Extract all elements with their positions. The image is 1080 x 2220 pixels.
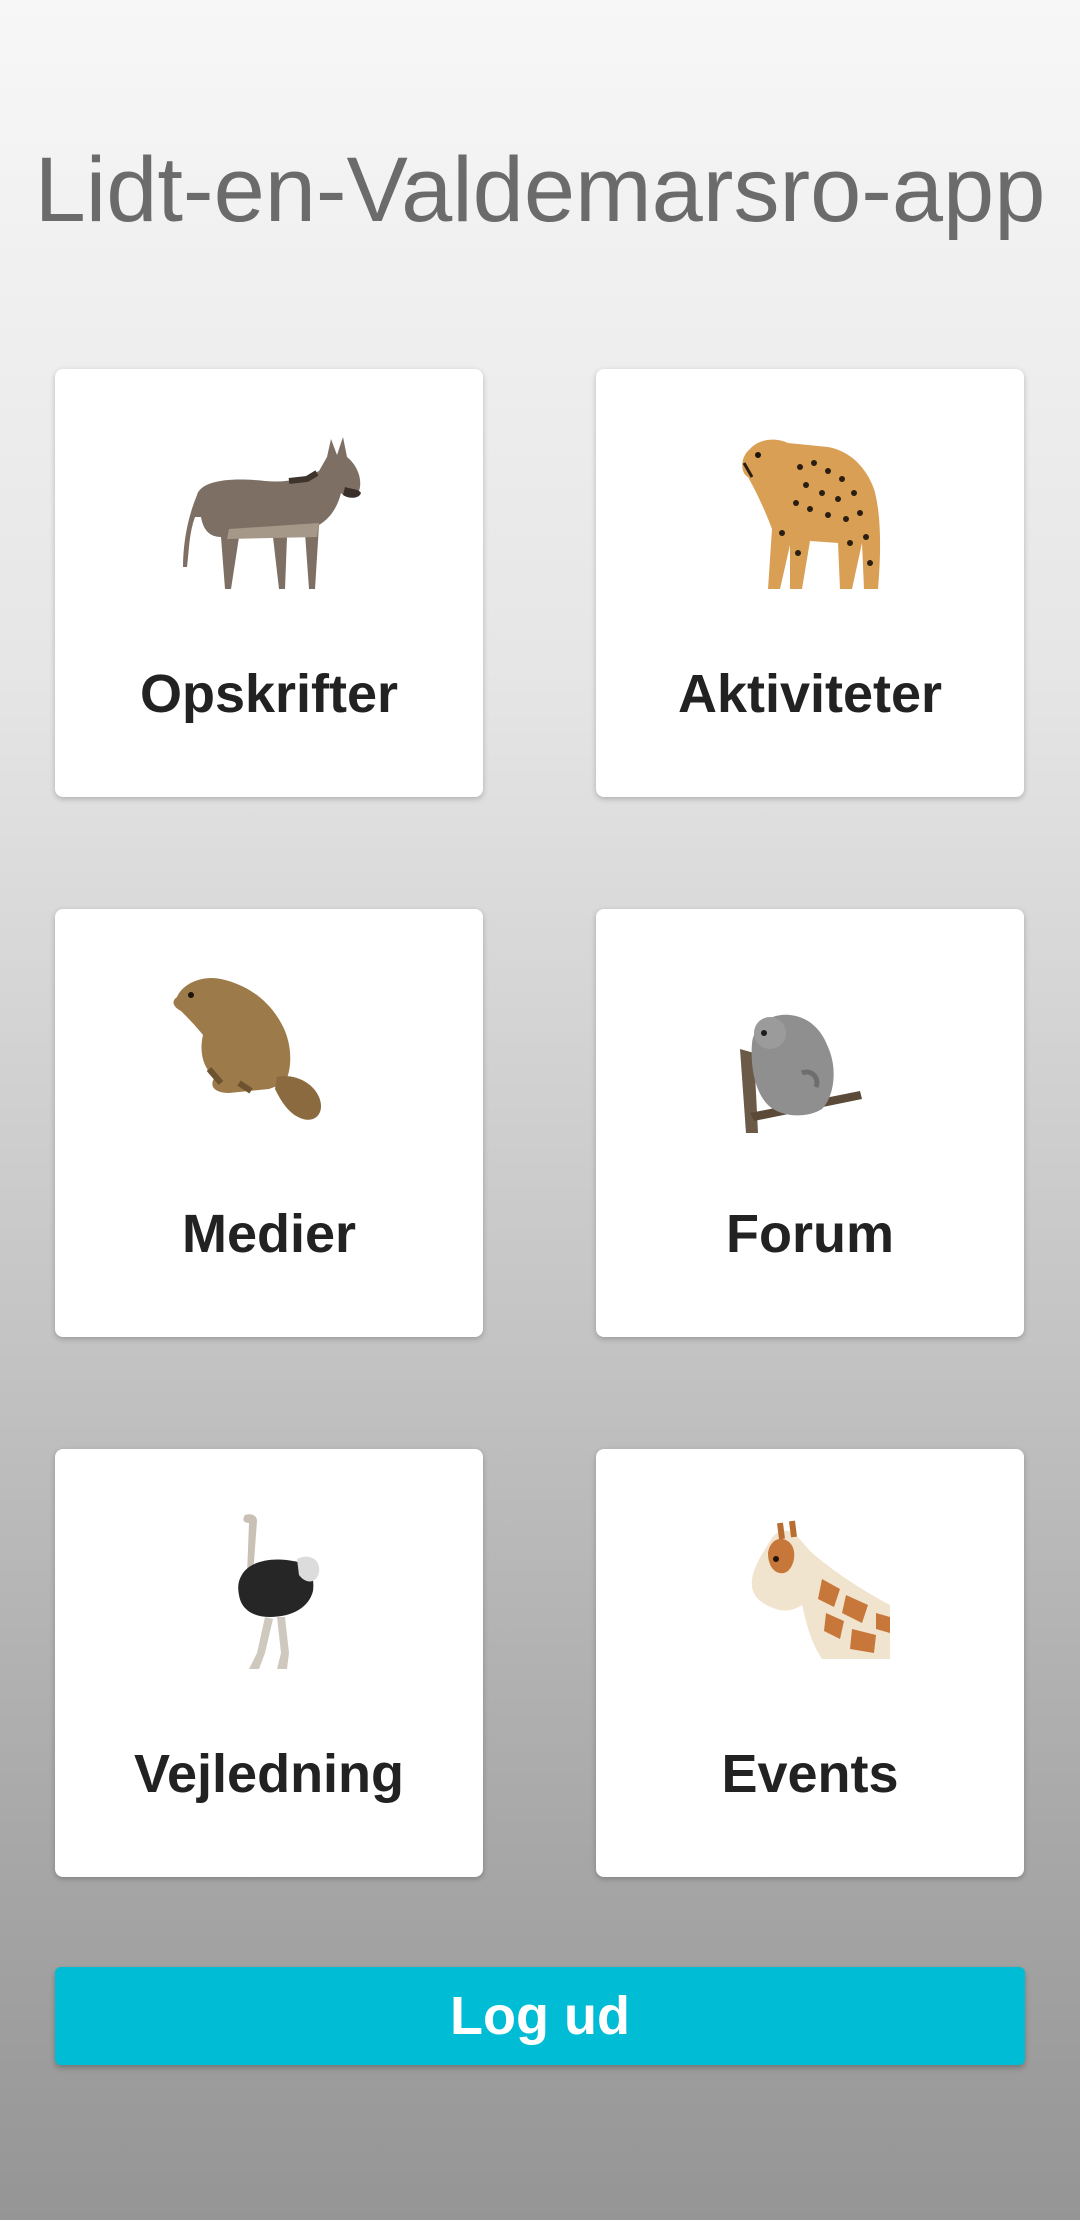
tile-events[interactable]: Events	[596, 1449, 1024, 1877]
tile-label: Opskrifter	[139, 664, 399, 724]
donkey-icon	[183, 437, 361, 589]
app-title: Lidt-en-Valdemarsro-app	[34, 139, 1046, 241]
cheetah-icon	[742, 439, 881, 589]
logout-button[interactable]: Log ud	[55, 1967, 1025, 2065]
tile-label: Forum	[726, 1204, 894, 1264]
tile-label: Events	[721, 1744, 899, 1804]
ostrich-icon	[238, 1514, 320, 1669]
marmot-icon	[173, 977, 322, 1120]
tile-forum[interactable]: Forum	[596, 909, 1024, 1337]
tile-label: Aktiviteter	[677, 664, 943, 724]
tile-medier[interactable]: Medier	[55, 909, 483, 1337]
tile-aktiviteter[interactable]: Aktiviteter	[596, 369, 1024, 797]
tile-vejledning[interactable]: Vejledning	[55, 1449, 483, 1877]
tile-label: Vejledning	[133, 1744, 405, 1804]
giraffe-icon	[751, 1520, 890, 1659]
tile-opskrifter[interactable]: Opskrifter	[55, 369, 483, 797]
koala-icon	[740, 1014, 862, 1133]
tile-label: Medier	[181, 1204, 357, 1264]
